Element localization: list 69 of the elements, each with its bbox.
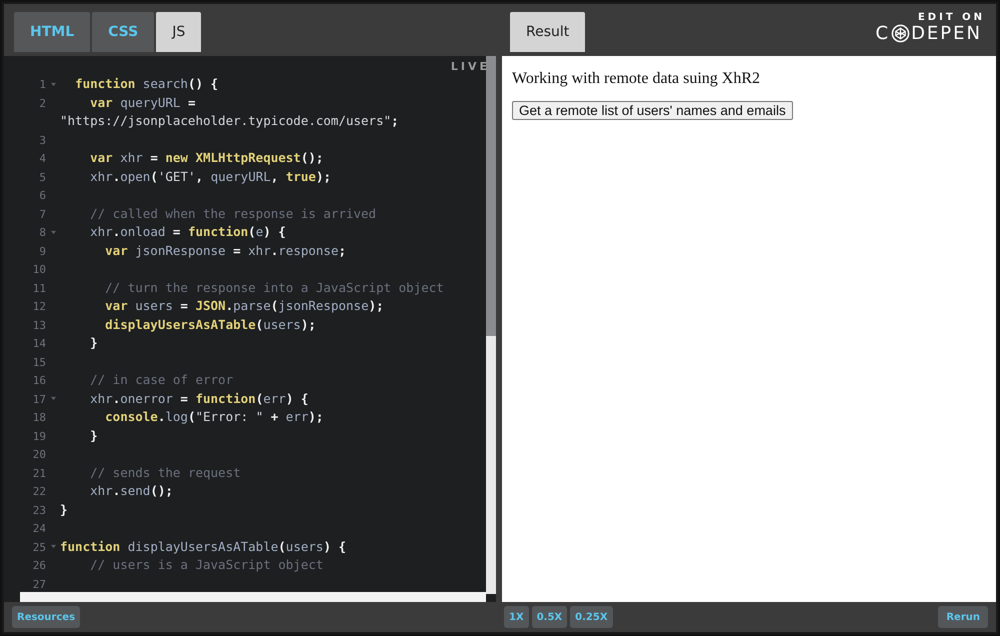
line-number: 19 xyxy=(32,430,46,442)
cube-logo-icon[interactable] xyxy=(891,24,910,43)
line-number: 14 xyxy=(32,337,46,350)
line-number: 18 xyxy=(32,411,46,424)
line-number: 16 xyxy=(32,374,46,387)
code-line: xhr.onerror = function(err) { xyxy=(90,390,308,406)
line-number: 12 xyxy=(32,300,46,313)
line-number: 24 xyxy=(32,522,46,535)
code-line: // turn the response into a JavaScript object xyxy=(105,280,444,294)
line-number: 5 xyxy=(39,170,46,184)
code-line: xhr.send(); xyxy=(90,483,173,498)
code-line: // sends the request xyxy=(90,464,241,480)
zoom-button[interactable]: 1X xyxy=(504,606,529,628)
code-line: var users = JSON.parse(jsonResponse); xyxy=(105,298,384,313)
code-line: console.log("Error: " + err); xyxy=(105,409,324,424)
resources-button[interactable]: Resources xyxy=(12,606,80,628)
line-number: 26 xyxy=(32,559,46,572)
result-tab[interactable]: Result xyxy=(510,12,586,52)
editor-tab[interactable]: JS xyxy=(156,12,202,52)
line-number: 4 xyxy=(39,152,46,165)
rerun-button[interactable]: Rerun xyxy=(938,606,988,628)
code-line: "https://jsonplaceholder.typicode.com/users"; xyxy=(60,113,399,128)
code-line: function displayUsersAsATable(users) { xyxy=(60,538,346,554)
line-number: 7 xyxy=(39,208,46,220)
code-line: var queryURL = xyxy=(90,94,196,110)
fold-arrow-icon[interactable] xyxy=(50,82,56,87)
fold-arrow-icon[interactable] xyxy=(50,396,56,402)
code-line: // in case of error xyxy=(90,372,234,387)
line-number: 25 xyxy=(32,540,46,554)
fetch-users-button[interactable]: Get a remote list of users' names and emails xyxy=(512,101,793,120)
code-line: } xyxy=(90,428,98,442)
fold-arrow-icon[interactable] xyxy=(50,230,56,235)
line-number: 27 xyxy=(32,578,46,590)
line-number: 8 xyxy=(39,226,46,239)
code-line: var xhr = new XMLHttpRequest(); xyxy=(90,150,324,165)
code-line: function search() { xyxy=(75,76,218,91)
line-number: 9 xyxy=(39,244,46,258)
line-number: 17 xyxy=(32,392,46,406)
line-number: 21 xyxy=(32,466,46,480)
line-number: 23 xyxy=(32,504,46,516)
editor-tab[interactable]: CSS xyxy=(92,12,154,52)
code-line: xhr.open('GET', queryURL, true); xyxy=(90,168,332,184)
zoom-button[interactable]: 0.5X xyxy=(532,606,568,628)
code-line: } xyxy=(60,502,68,516)
line-number: 20 xyxy=(32,448,46,461)
edit-on-label[interactable]: EDIT ON xyxy=(918,12,985,23)
line-number: 10 xyxy=(32,263,46,276)
horizontal-scrollbar[interactable] xyxy=(20,592,486,602)
line-number: 11 xyxy=(32,282,46,294)
line-number: 3 xyxy=(39,134,46,146)
code-line: var jsonResponse = xhr.response; xyxy=(105,242,346,258)
line-number: 1 xyxy=(39,78,46,91)
logo-text[interactable]: DEPEN xyxy=(911,23,982,44)
code-line: // called when the response is arrived xyxy=(90,206,376,220)
editor-tab[interactable]: HTML xyxy=(14,12,90,52)
code-line: displayUsersAsATable(users); xyxy=(105,316,316,332)
line-number: 13 xyxy=(32,318,46,332)
code-line: } xyxy=(90,335,98,350)
fold-arrow-icon[interactable] xyxy=(50,544,56,550)
code-line: xhr.onload = function(e) { xyxy=(90,224,286,239)
line-number: 22 xyxy=(32,485,46,498)
logo-text[interactable]: C xyxy=(875,23,890,44)
code-line: // users is a JavaScript object xyxy=(90,557,324,572)
line-number: 2 xyxy=(39,96,46,110)
vertical-scrollbar[interactable] xyxy=(486,56,496,594)
line-number: 6 xyxy=(39,189,46,202)
zoom-button[interactable]: 0.25X xyxy=(570,606,613,628)
page-heading: Working with remote data suing XhR2 xyxy=(512,70,762,88)
line-number: 15 xyxy=(32,356,46,368)
